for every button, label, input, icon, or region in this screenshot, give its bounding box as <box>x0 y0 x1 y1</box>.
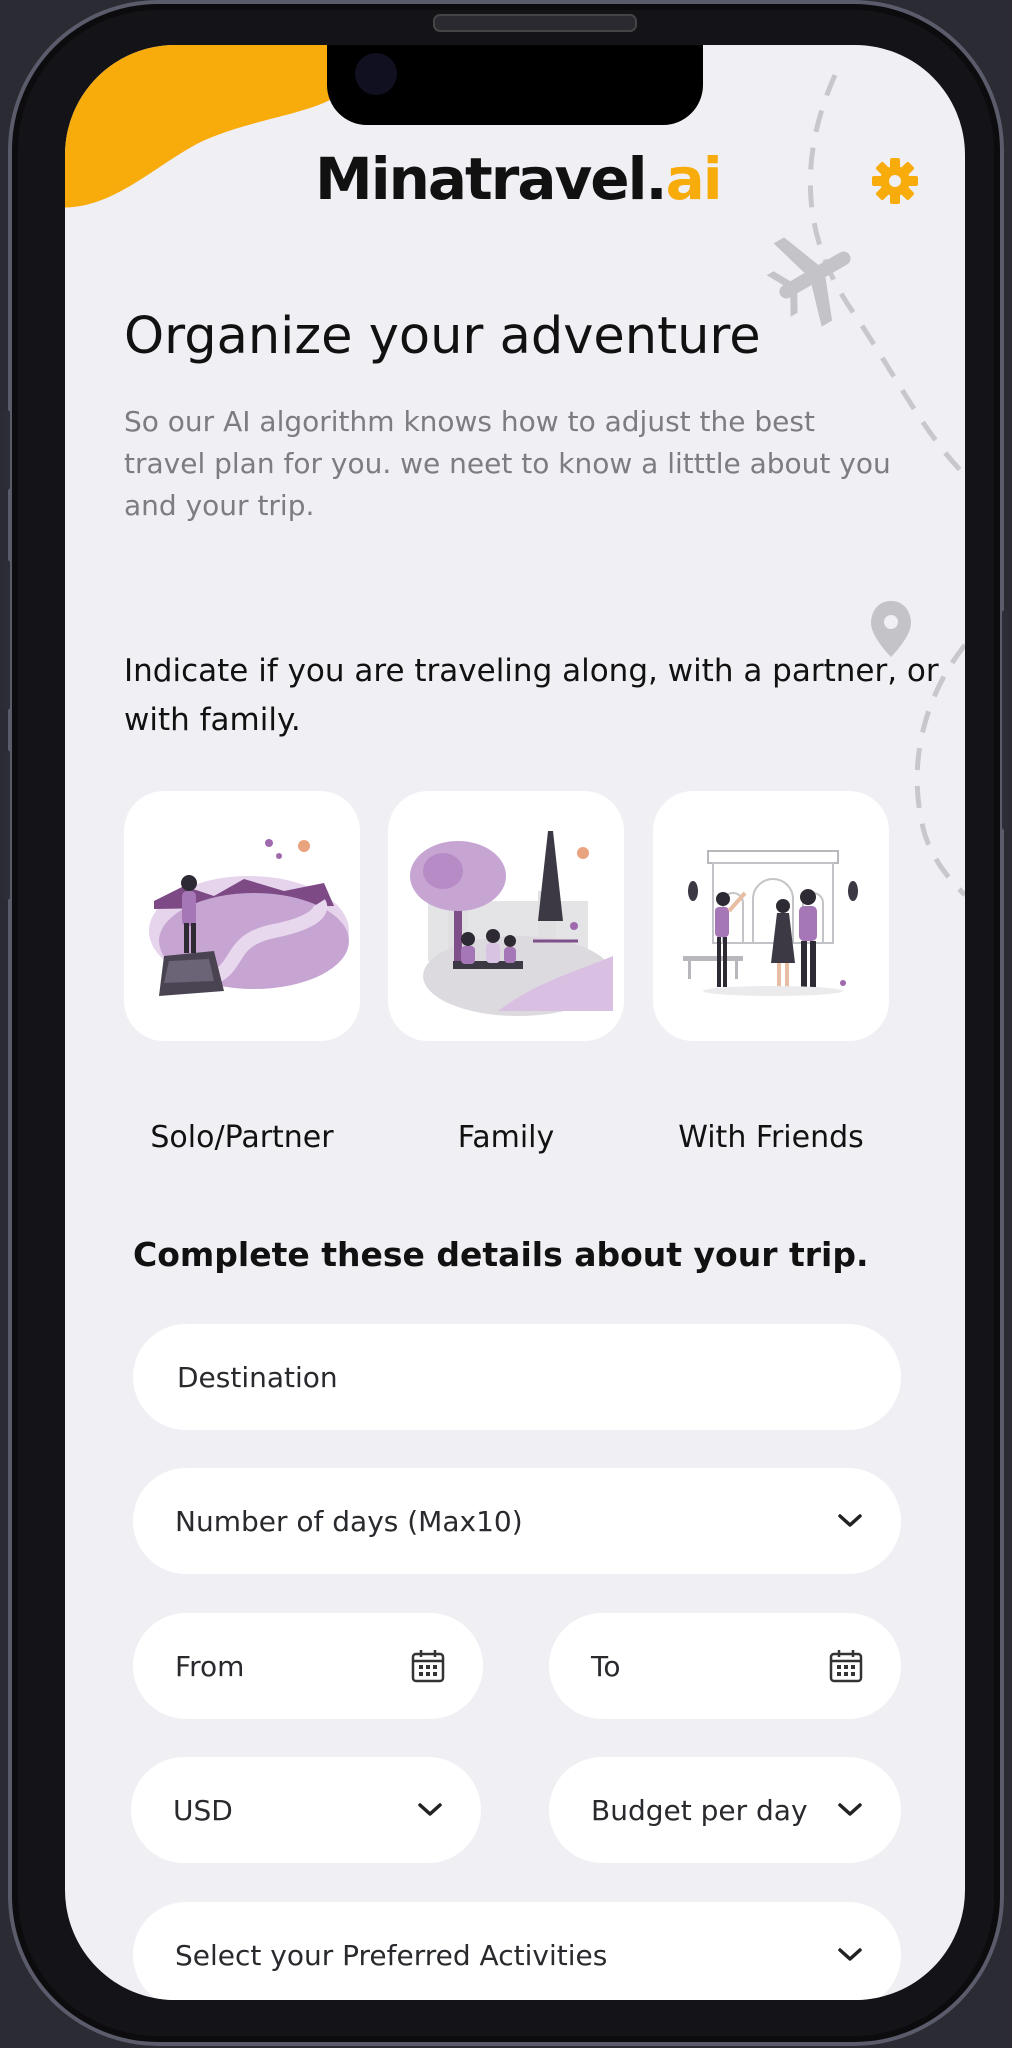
destination-field[interactable] <box>133 1324 901 1430</box>
travel-type-question: Indicate if you are traveling along, wit… <box>124 653 939 738</box>
airplane-icon <box>766 237 851 327</box>
mute-switch <box>4 410 10 490</box>
power-button <box>1002 610 1008 830</box>
logo-main-text: Minatravel. <box>315 145 668 213</box>
app-logo: Minatravel.ai <box>315 145 723 213</box>
front-camera <box>355 53 397 95</box>
speaker-grille <box>433 14 637 32</box>
travel-option-friends-label[interactable]: With Friends <box>653 1120 889 1155</box>
chevron-down-icon <box>838 1514 862 1527</box>
volume-down-button <box>4 750 10 900</box>
activities-select-label: Select your Preferred Activities <box>175 1938 608 1972</box>
calendar-icon[interactable] <box>829 1649 863 1683</box>
family-in-park-illustration <box>410 831 613 1016</box>
app-screen: Minatravel.ai Organize your adventure So… <box>65 45 965 2000</box>
hiker-on-cliff-illustration <box>149 839 349 996</box>
travel-option-solo-card[interactable] <box>124 791 360 1041</box>
from-date-field[interactable]: From <box>133 1613 483 1719</box>
days-select-label: Number of days (Max10) <box>175 1504 523 1538</box>
travel-option-family-label[interactable]: Family <box>388 1120 624 1155</box>
days-select[interactable]: Number of days (Max10) <box>133 1468 901 1574</box>
currency-select[interactable]: USD <box>131 1757 481 1863</box>
camera-notch <box>327 45 703 125</box>
volume-up-button <box>4 560 10 710</box>
currency-select-label: USD <box>173 1793 233 1827</box>
travel-option-friends-card[interactable] <box>653 791 889 1041</box>
budget-select[interactable]: Budget per day <box>549 1757 901 1863</box>
phone-frame: Minatravel.ai Organize your adventure So… <box>4 0 1008 2046</box>
chevron-down-icon <box>418 1803 442 1816</box>
travel-option-family-card[interactable] <box>388 791 624 1041</box>
chevron-down-icon <box>838 1948 862 1961</box>
trip-details-heading: Complete these details about your trip. <box>133 1235 869 1274</box>
friends-at-monument-illustration <box>683 850 858 996</box>
activities-select[interactable]: Select your Preferred Activities <box>133 1902 901 2000</box>
calendar-icon[interactable] <box>411 1649 445 1683</box>
budget-select-label: Budget per day <box>591 1793 808 1827</box>
gear-icon[interactable] <box>871 157 919 205</box>
logo-accent-text: ai <box>665 145 723 213</box>
travel-option-solo-label[interactable]: Solo/Partner <box>124 1120 360 1155</box>
destination-input[interactable] <box>175 1359 760 1395</box>
chevron-down-icon <box>838 1803 862 1816</box>
page-title: Organize your adventure <box>124 307 761 366</box>
to-date-field[interactable]: To <box>549 1613 901 1719</box>
page-subtitle: So our AI algorithm knows how to adjust … <box>124 405 891 522</box>
from-date-label: From <box>175 1649 245 1683</box>
to-date-label: To <box>591 1649 621 1683</box>
